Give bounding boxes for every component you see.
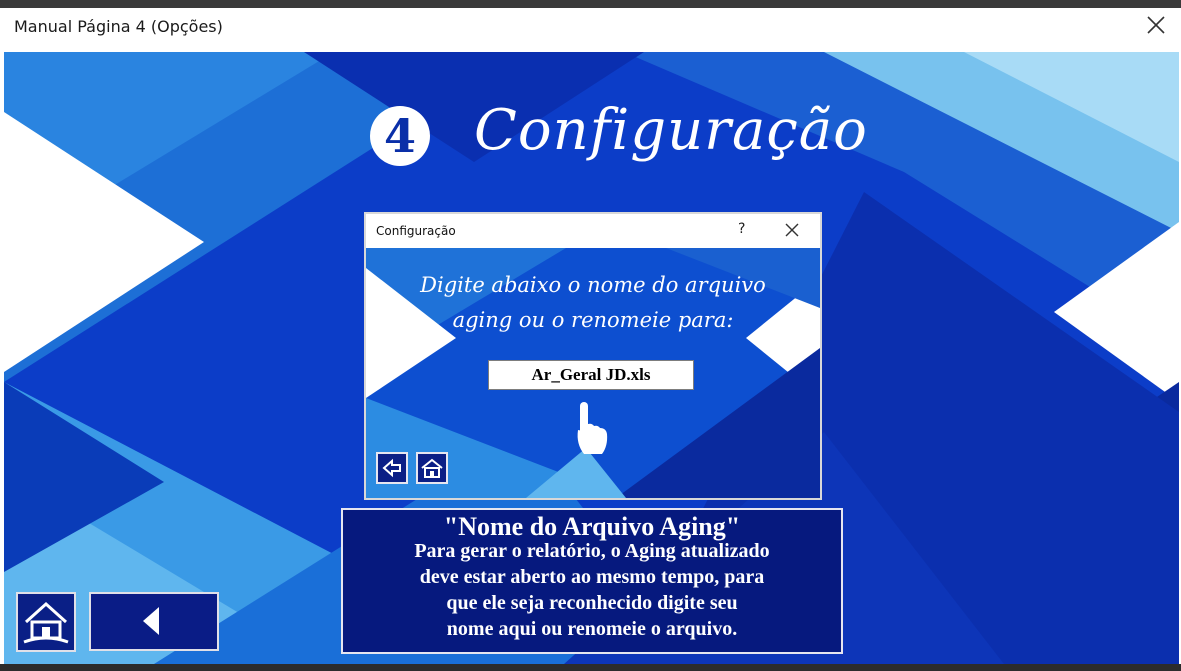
filename-input[interactable] (488, 360, 694, 390)
info-line: deve estar aberto ao mesmo tempo, para (419, 566, 765, 588)
info-box: "Nome do Arquivo Aging" Para gerar o rel… (341, 508, 843, 654)
window-titlebar: Manual Página 4 (Opções) (0, 8, 1181, 48)
home-icon (421, 458, 443, 478)
back-button[interactable] (89, 592, 219, 651)
dialog-message-line: Digite abaixo o nome do arquivo (420, 273, 766, 297)
dialog-titlebar: Configuração ? (366, 214, 820, 248)
triangle-left-icon (143, 607, 159, 635)
info-line: Para gerar o relatório, o Aging atualiza… (414, 540, 770, 562)
arrow-left-icon (382, 458, 401, 478)
page-title: Configuração (474, 98, 868, 163)
dialog-message: Digite abaixo o nome do arquivo aging ou… (366, 268, 820, 338)
close-icon[interactable] (1145, 14, 1167, 36)
home-icon (23, 601, 69, 644)
dialog-home-button[interactable] (416, 452, 448, 484)
configuration-dialog: Configuração ? Digite abaixo o nome do a… (364, 212, 822, 500)
info-title: "Nome do Arquivo Aging" (443, 512, 741, 541)
dialog-title: Configuração (376, 224, 456, 238)
home-button[interactable] (16, 592, 76, 652)
bottom-strip (0, 664, 1181, 671)
window-title: Manual Página 4 (Opções) (14, 17, 223, 36)
manual-page-canvas: 4 Configuração Configuração ? Digite aba… (4, 52, 1179, 664)
dialog-back-button[interactable] (376, 452, 408, 484)
close-icon[interactable] (784, 222, 800, 238)
dialog-message-line: aging ou o renomeie para: (452, 308, 734, 332)
step-number-badge: 4 (370, 106, 430, 166)
dialog-help-button[interactable]: ? (738, 221, 745, 237)
dialog-body: Digite abaixo o nome do arquivo aging ou… (366, 248, 820, 498)
top-taskbar-strip (0, 0, 1181, 8)
info-line: nome aqui ou renomeie o arquivo. (446, 618, 738, 640)
info-line: que ele seja reconhecido digite seu (446, 592, 738, 614)
hand-pointer-icon (577, 402, 608, 454)
